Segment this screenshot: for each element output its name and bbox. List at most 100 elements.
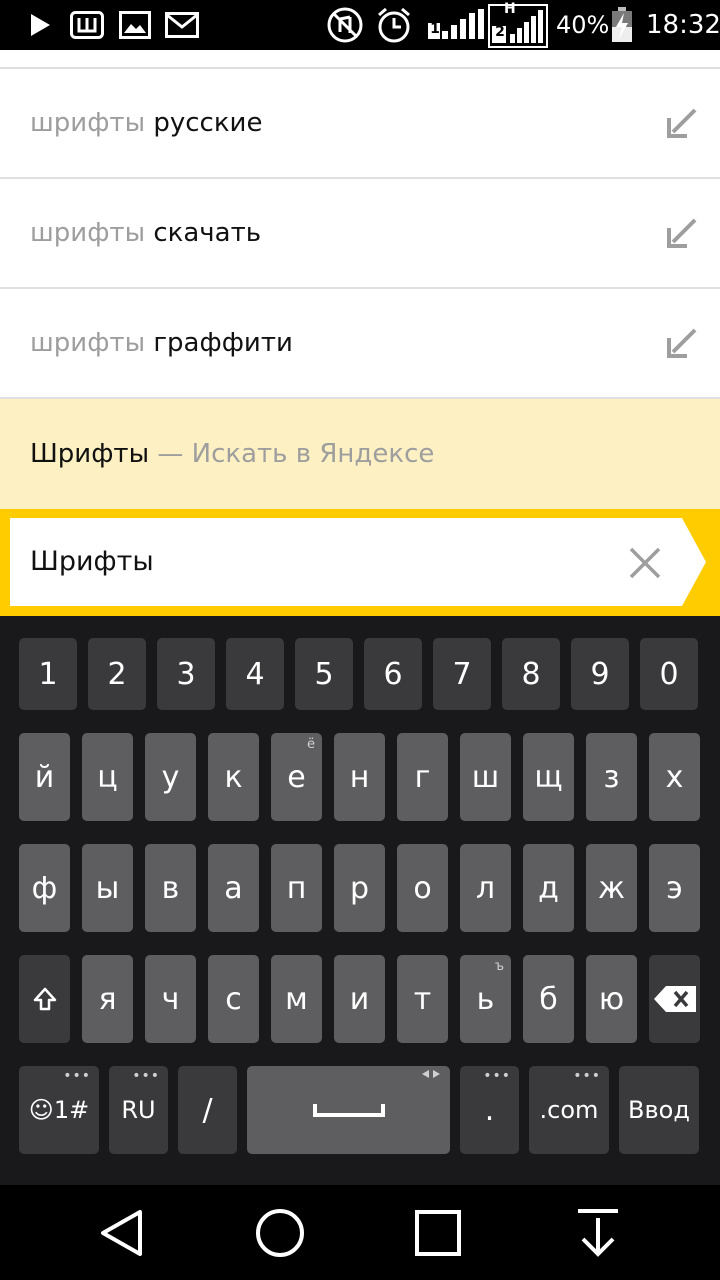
- mail-icon: [164, 8, 200, 42]
- key-hint: ъ: [494, 959, 504, 974]
- notifications-button[interactable]: [570, 1207, 626, 1259]
- shift-icon: [33, 987, 56, 1011]
- insert-suggestion-arrow-icon[interactable]: [666, 327, 698, 359]
- search-in-yandex-item[interactable]: Шрифты — Искать в Яндексе: [0, 399, 720, 509]
- key-letter[interactable]: ы: [82, 844, 133, 932]
- key-letter[interactable]: б: [523, 955, 574, 1043]
- key-9[interactable]: 9: [571, 638, 629, 710]
- insert-suggestion-arrow-icon[interactable]: [666, 107, 698, 139]
- key-letter[interactable]: ф: [19, 844, 70, 932]
- more-options-dots: •••: [63, 1068, 91, 1084]
- battery-percent: 40%: [556, 11, 610, 39]
- key-letter[interactable]: п: [271, 844, 322, 932]
- search-bar: Шрифты: [0, 509, 720, 616]
- key-8[interactable]: 8: [502, 638, 560, 710]
- suggestion-prefix: шрифты: [30, 328, 146, 358]
- suggestion-text: шрифты скачать: [30, 179, 261, 287]
- key-letter-label: е: [287, 759, 306, 795]
- space-icon: [312, 1104, 385, 1117]
- suggestion-text: шрифты граффити: [30, 289, 293, 397]
- key-3[interactable]: 3: [157, 638, 215, 710]
- key-5[interactable]: 5: [295, 638, 353, 710]
- home-circle-icon: [256, 1209, 304, 1257]
- key-letter[interactable]: с: [208, 955, 259, 1043]
- battery-charging-icon: [610, 7, 634, 42]
- suggestion-suffix: граффити: [153, 328, 293, 358]
- keyboard: 1 2 3 4 5 6 7 8 9 0 й ц у к е ё н г ш щ …: [0, 616, 720, 1185]
- key-2[interactable]: 2: [88, 638, 146, 710]
- key-letter[interactable]: х: [649, 733, 700, 821]
- emoji-symbols-key[interactable]: ☺1# •••: [19, 1066, 99, 1154]
- language-label: RU: [121, 1096, 156, 1124]
- suggestion-item[interactable]: шрифты скачать: [0, 179, 720, 289]
- image-notification-icon: [118, 8, 152, 42]
- enter-key[interactable]: Ввод: [619, 1066, 699, 1154]
- key-letter[interactable]: а: [208, 844, 259, 932]
- key-letter-soft-sign[interactable]: ь ъ: [460, 955, 511, 1043]
- suggestion-item[interactable]: шрифты русские: [0, 69, 720, 179]
- key-4[interactable]: 4: [226, 638, 284, 710]
- suggestion-prefix: шрифты: [30, 218, 146, 248]
- navigation-bar: [0, 1185, 720, 1280]
- language-key[interactable]: RU •••: [109, 1066, 168, 1154]
- key-letter[interactable]: ж: [586, 844, 637, 932]
- key-letter[interactable]: к: [208, 733, 259, 821]
- key-6[interactable]: 6: [364, 638, 422, 710]
- emoji-symbols-label: ☺1#: [28, 1096, 90, 1124]
- suggestion-suffix: русские: [153, 108, 263, 138]
- back-button[interactable]: [94, 1207, 150, 1259]
- key-letter-e[interactable]: е ё: [271, 733, 322, 821]
- shift-key[interactable]: [19, 955, 70, 1043]
- search-in-yandex-text: Шрифты — Искать в Яндексе: [30, 399, 434, 509]
- insert-suggestion-arrow-icon[interactable]: [666, 217, 698, 249]
- key-letter[interactable]: з: [586, 733, 637, 821]
- key-letter[interactable]: л: [460, 844, 511, 932]
- status-bar: 1 H 2 40% 18:32: [0, 0, 720, 50]
- key-letter[interactable]: р: [334, 844, 385, 932]
- key-letter[interactable]: й: [19, 733, 70, 821]
- home-button[interactable]: [252, 1207, 308, 1259]
- cursor-arrows-icon: [422, 1070, 440, 1078]
- backspace-key[interactable]: [649, 955, 700, 1043]
- dotcom-label: .com: [539, 1096, 599, 1124]
- key-letter[interactable]: н: [334, 733, 385, 821]
- backspace-icon: [653, 986, 696, 1012]
- slash-key[interactable]: /: [178, 1066, 237, 1154]
- key-letter[interactable]: ш: [460, 733, 511, 821]
- recent-apps-button[interactable]: [410, 1207, 466, 1259]
- key-letter[interactable]: щ: [523, 733, 574, 821]
- suggestion-text: шрифты русские: [30, 69, 262, 177]
- key-letter[interactable]: т: [397, 955, 448, 1043]
- key-letter[interactable]: г: [397, 733, 448, 821]
- key-letter[interactable]: и: [334, 955, 385, 1043]
- key-1[interactable]: 1: [19, 638, 77, 710]
- key-letter[interactable]: м: [271, 955, 322, 1043]
- play-store-icon: [26, 8, 54, 42]
- key-letter[interactable]: ч: [145, 955, 196, 1043]
- key-letter[interactable]: д: [523, 844, 574, 932]
- suggestion-suffix: скачать: [153, 218, 262, 248]
- clear-icon[interactable]: [628, 546, 662, 580]
- key-7[interactable]: 7: [433, 638, 491, 710]
- key-letter[interactable]: ю: [586, 955, 637, 1043]
- search-input[interactable]: Шрифты: [30, 518, 154, 606]
- key-letter[interactable]: я: [82, 955, 133, 1043]
- keyboard-notification-icon: [70, 8, 104, 42]
- dotcom-key[interactable]: .com •••: [529, 1066, 609, 1154]
- sim2-number: 2: [495, 24, 505, 40]
- sim1-number: 1: [430, 21, 440, 37]
- mute-icon: [326, 7, 364, 43]
- period-key[interactable]: . •••: [460, 1066, 519, 1154]
- key-letter[interactable]: э: [649, 844, 700, 932]
- key-letter[interactable]: ц: [82, 733, 133, 821]
- more-options-dots: •••: [483, 1068, 511, 1084]
- key-letter[interactable]: в: [145, 844, 196, 932]
- more-options-dots: •••: [132, 1068, 160, 1084]
- key-0[interactable]: 0: [640, 638, 698, 710]
- more-options-dots: •••: [573, 1068, 601, 1084]
- suggestion-item[interactable]: шрифты граффити: [0, 289, 720, 399]
- key-letter[interactable]: у: [145, 733, 196, 821]
- recent-apps-square-icon: [415, 1210, 461, 1256]
- key-letter[interactable]: о: [397, 844, 448, 932]
- space-key[interactable]: [247, 1066, 450, 1154]
